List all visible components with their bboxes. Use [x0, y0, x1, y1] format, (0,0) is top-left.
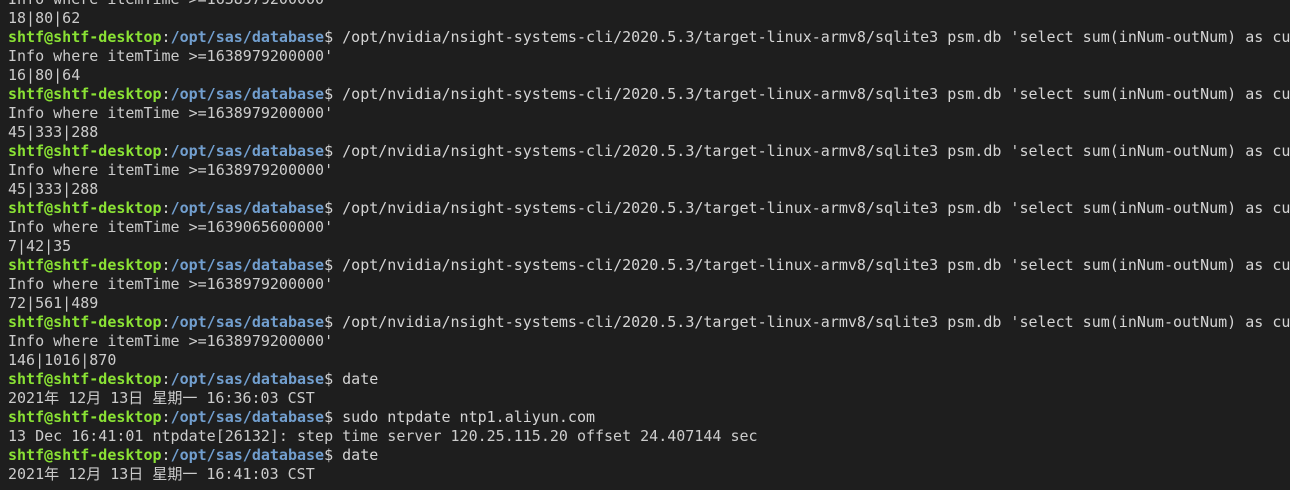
- command-text: /opt/nvidia/nsight-systems-cli/2020.5.3/…: [342, 256, 1290, 274]
- prompt-symbol: $: [324, 370, 343, 388]
- output-text: 18|80|62: [8, 9, 81, 27]
- output-text: 45|333|288: [8, 180, 99, 198]
- output-line: Info where itemTime >=1638979200000': [8, 47, 1290, 66]
- output-text: 146|1016|870: [8, 351, 117, 369]
- prompt-separator: :: [161, 313, 171, 331]
- output-line: Info where itemTime >=1638979200000': [8, 0, 1290, 9]
- prompt-user-host: shtf@shtf-desktop: [8, 85, 162, 103]
- command-line: shtf@shtf-desktop:/opt/sas/database$ /op…: [8, 199, 1290, 218]
- prompt-cwd: /opt/sas/database: [170, 85, 325, 103]
- prompt-symbol: $: [324, 446, 343, 464]
- prompt-cwd: /opt/sas/database: [170, 408, 325, 426]
- command-text: /opt/nvidia/nsight-systems-cli/2020.5.3/…: [342, 142, 1290, 160]
- prompt-symbol: $: [324, 28, 343, 46]
- output-text: Info where itemTime >=1638979200000': [8, 47, 334, 65]
- output-line: 2021年 12月 13日 星期一 16:41:03 CST: [8, 465, 1290, 484]
- output-text: Info where itemTime >=1638979200000': [8, 0, 333, 8]
- terminal-window[interactable]: Info where itemTime >=1638979200000'18|8…: [0, 0, 1290, 490]
- prompt-cwd: /opt/sas/database: [170, 28, 325, 46]
- prompt-separator: :: [161, 199, 171, 217]
- output-text: 16|80|64: [8, 66, 81, 84]
- prompt-symbol: $: [324, 313, 343, 331]
- output-line: 146|1016|870: [8, 351, 1290, 370]
- command-line: shtf@shtf-desktop:/opt/sas/database$ dat…: [8, 446, 1290, 465]
- command-text: date: [342, 370, 379, 388]
- output-line: 2021年 12月 13日 星期一 16:36:03 CST: [8, 389, 1290, 408]
- output-text: 2021年 12月 13日 星期一 16:36:03 CST: [8, 389, 315, 407]
- prompt-user-host: shtf@shtf-desktop: [8, 408, 162, 426]
- command-text: /opt/nvidia/nsight-systems-cli/2020.5.3/…: [342, 313, 1290, 331]
- prompt-symbol: $: [324, 85, 343, 103]
- command-line: shtf@shtf-desktop:/opt/sas/database$ /op…: [8, 142, 1290, 161]
- prompt-separator: :: [161, 446, 171, 464]
- prompt-cwd: /opt/sas/database: [170, 199, 325, 217]
- output-text: 7|42|35: [8, 237, 72, 255]
- prompt-user-host: shtf@shtf-desktop: [8, 256, 162, 274]
- prompt-user-host: shtf@shtf-desktop: [8, 313, 162, 331]
- command-text: date: [342, 446, 379, 464]
- output-text: 45|333|288: [8, 123, 99, 141]
- output-line: 45|333|288: [8, 180, 1290, 199]
- prompt-cwd: /opt/sas/database: [170, 446, 325, 464]
- output-line: 45|333|288: [8, 123, 1290, 142]
- command-line: shtf@shtf-desktop:/opt/sas/database$ /op…: [8, 256, 1290, 275]
- prompt-user-host: shtf@shtf-desktop: [8, 142, 162, 160]
- output-line: 16|80|64: [8, 66, 1290, 85]
- output-line: 72|561|489: [8, 294, 1290, 313]
- output-text: Info where itemTime >=1638979200000': [8, 104, 334, 122]
- prompt-user-host: shtf@shtf-desktop: [8, 370, 162, 388]
- prompt-separator: :: [161, 408, 171, 426]
- command-line: shtf@shtf-desktop:/opt/sas/database$ sud…: [8, 408, 1290, 427]
- prompt-separator: :: [161, 28, 171, 46]
- output-text: Info where itemTime >=1638979200000': [8, 275, 334, 293]
- output-line: Info where itemTime >=1638979200000': [8, 104, 1290, 123]
- output-line: Info where itemTime >=1638979200000': [8, 161, 1290, 180]
- output-line: Info where itemTime >=1639065600000': [8, 218, 1290, 237]
- output-line: 7|42|35: [8, 237, 1290, 256]
- prompt-separator: :: [161, 85, 171, 103]
- prompt-symbol: $: [324, 199, 343, 217]
- prompt-cwd: /opt/sas/database: [170, 142, 325, 160]
- command-text: sudo ntpdate ntp1.aliyun.com: [342, 408, 596, 426]
- command-line: shtf@shtf-desktop:/opt/sas/database$ dat…: [8, 370, 1290, 389]
- output-text: Info where itemTime >=1639065600000': [8, 218, 334, 236]
- output-line: Info where itemTime >=1638979200000': [8, 332, 1290, 351]
- output-text: 13 Dec 16:41:01 ntpdate[26132]: step tim…: [8, 427, 758, 445]
- command-line: shtf@shtf-desktop:/opt/sas/database$ /op…: [8, 28, 1290, 47]
- output-text: Info where itemTime >=1638979200000': [8, 332, 334, 350]
- output-line: 18|80|62: [8, 9, 1290, 28]
- prompt-symbol: $: [324, 256, 343, 274]
- output-line: Info where itemTime >=1638979200000': [8, 275, 1290, 294]
- prompt-user-host: shtf@shtf-desktop: [8, 446, 162, 464]
- output-text: 2021年 12月 13日 星期一 16:41:03 CST: [8, 465, 315, 483]
- prompt-user-host: shtf@shtf-desktop: [8, 28, 162, 46]
- output-line: 13 Dec 16:41:01 ntpdate[26132]: step tim…: [8, 427, 1290, 446]
- prompt-separator: :: [161, 256, 171, 274]
- command-text: /opt/nvidia/nsight-systems-cli/2020.5.3/…: [342, 85, 1290, 103]
- command-line: shtf@shtf-desktop:/opt/sas/database$ /op…: [8, 85, 1290, 104]
- prompt-separator: :: [161, 370, 171, 388]
- prompt-user-host: shtf@shtf-desktop: [8, 199, 162, 217]
- prompt-cwd: /opt/sas/database: [170, 256, 325, 274]
- prompt-symbol: $: [324, 408, 343, 426]
- command-text: /opt/nvidia/nsight-systems-cli/2020.5.3/…: [342, 28, 1290, 46]
- output-text: Info where itemTime >=1638979200000': [8, 161, 334, 179]
- prompt-separator: :: [161, 142, 171, 160]
- prompt-cwd: /opt/sas/database: [170, 370, 325, 388]
- prompt-symbol: $: [324, 142, 343, 160]
- command-line: shtf@shtf-desktop:/opt/sas/database$ /op…: [8, 313, 1290, 332]
- command-text: /opt/nvidia/nsight-systems-cli/2020.5.3/…: [342, 199, 1290, 217]
- output-text: 72|561|489: [8, 294, 99, 312]
- prompt-cwd: /opt/sas/database: [170, 313, 325, 331]
